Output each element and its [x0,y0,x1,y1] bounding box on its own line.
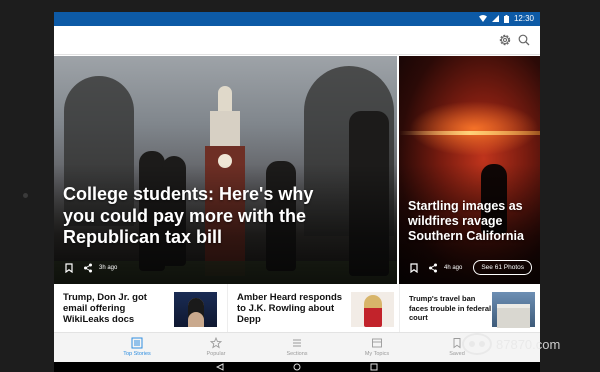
hero-story-card[interactable]: College students: Here's why you could p… [54,56,397,284]
battery-icon [503,14,509,23]
story-thumbnail[interactable] [174,292,217,327]
story-card-row: Trump, Don Jr. got email offering WikiLe… [54,284,540,332]
side-meta-row: 4h ago [409,263,462,273]
back-icon[interactable] [216,363,224,371]
system-navigation-bar [54,362,540,372]
app-screen: 12:30 College students: Here's why you c… [54,12,540,362]
home-icon[interactable] [293,363,301,371]
tablet-frame: 12:30 College students: Here's why you c… [0,0,600,372]
watermark-text: 87870.com [496,336,561,352]
hero-meta-row: 3h ago [64,263,117,273]
story-card[interactable]: Amber Heard responds to J.K. Rowling abo… [227,284,399,332]
share-icon[interactable] [83,263,93,273]
share-icon[interactable] [428,263,438,273]
fire-line [399,131,540,135]
signal-icon [491,15,499,22]
side-story-card[interactable]: Startling images as wildfires ravage Sou… [399,56,540,284]
side-headline[interactable]: Startling images as wildfires ravage Sou… [408,199,540,244]
star-icon [210,337,222,349]
nav-label: Sections [286,351,308,357]
hero-headline[interactable]: College students: Here's why you could p… [63,184,331,249]
bookmark-icon[interactable] [64,263,74,273]
story-card[interactable]: Trump's travel ban faces trouble in fede… [399,284,540,332]
story-thumbnail[interactable] [351,292,394,327]
recents-icon[interactable] [370,363,378,371]
list-icon [293,339,301,347]
stories-icon [131,337,143,349]
story-card-title[interactable]: Trump's travel ban faces trouble in fede… [409,294,493,323]
topics-icon [372,338,382,348]
nav-label: Popular [206,351,226,357]
tower-belfry [210,111,240,151]
tower-spire [218,86,232,112]
wifi-icon [478,15,487,22]
app-bar [54,26,540,55]
story-card-title[interactable]: Amber Heard responds to J.K. Rowling abo… [237,292,347,325]
watermark: 87870.com [462,330,592,358]
see-photos-button[interactable]: See 61 Photos [473,260,532,275]
story-age: 4h ago [444,265,463,271]
nav-label: Top Stories [123,351,151,357]
status-time: 12:30 [513,14,534,23]
story-age: 3h ago [99,265,118,271]
story-card-title[interactable]: Trump, Don Jr. got email offering WikiLe… [63,292,169,325]
nav-label: My Topics [364,351,390,357]
status-bar: 12:30 [54,12,540,26]
story-thumbnail[interactable] [492,292,535,328]
nav-sections[interactable]: Sections [257,337,337,357]
nav-popular[interactable]: Popular [176,337,256,357]
nav-my-topics[interactable]: My Topics [337,337,417,357]
front-camera [23,193,28,198]
nav-top-stories[interactable]: Top Stories [97,337,177,357]
settings-gear-icon[interactable] [498,33,512,47]
watermark-logo-icon [462,333,492,355]
wildfire-glow [409,101,539,156]
search-icon[interactable] [517,33,531,47]
bookmark-icon[interactable] [409,263,419,273]
story-card[interactable]: Trump, Don Jr. got email offering WikiLe… [54,284,225,332]
